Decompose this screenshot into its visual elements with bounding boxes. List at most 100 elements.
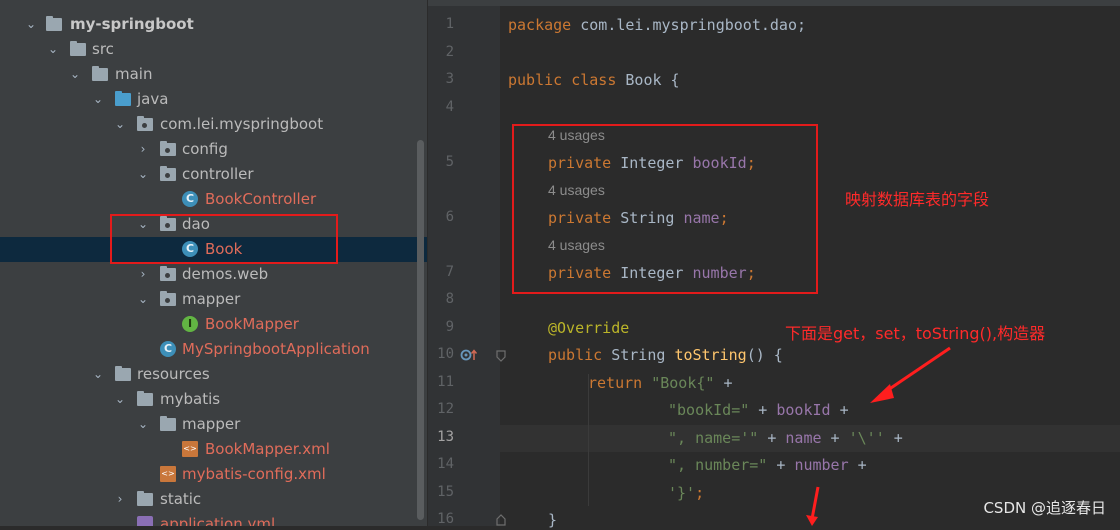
code-line-10: public String toString() { xyxy=(548,346,783,364)
line-number: 6 xyxy=(445,209,454,225)
line-number: 10 xyxy=(437,346,454,362)
tree-item-bookmapper[interactable]: I BookMapper xyxy=(0,312,416,337)
tree-item-mybatis[interactable]: ⌄ mybatis xyxy=(0,387,416,412)
line-number: 11 xyxy=(437,374,454,390)
line-number: 4 xyxy=(445,99,454,115)
tree-item-java[interactable]: ⌄ java xyxy=(0,87,416,112)
tree-item-mapper-pkg[interactable]: ⌄ mapper xyxy=(0,287,416,312)
tree-label: mapper xyxy=(182,290,241,308)
tree-label: java xyxy=(137,90,169,108)
chevron-down-icon[interactable]: ⌄ xyxy=(113,116,127,132)
line-number: 8 xyxy=(445,291,454,307)
tree-item-demos-web[interactable]: › demos.web xyxy=(0,262,416,287)
code-line-9: @Override xyxy=(548,319,630,337)
tree-item-application-yml[interactable]: application.yml xyxy=(0,512,416,526)
tree-label: resources xyxy=(137,365,210,383)
tree-item-package-root[interactable]: ⌄ com.lei.myspringboot xyxy=(0,112,416,137)
chevron-down-icon[interactable]: ⌄ xyxy=(68,66,82,82)
xml-file-icon: <> xyxy=(160,466,176,482)
chevron-down-icon[interactable]: ⌄ xyxy=(24,16,38,32)
package-icon xyxy=(160,266,176,281)
line-number-current: 13 xyxy=(437,429,454,445)
interface-icon: I xyxy=(182,316,198,332)
line-number: 3 xyxy=(445,71,454,87)
chevron-down-icon[interactable]: ⌄ xyxy=(91,366,105,382)
chevron-right-icon[interactable]: › xyxy=(136,266,150,282)
tree-item-bookcontroller[interactable]: C BookController xyxy=(0,187,416,212)
fold-end-icon[interactable] xyxy=(495,513,507,526)
line-number: 15 xyxy=(437,484,454,500)
fold-icon[interactable] xyxy=(495,349,507,363)
tree-label: demos.web xyxy=(182,265,269,283)
annotation-fields-note: 映射数据库表的字段 xyxy=(845,190,990,209)
code-line-16: } xyxy=(548,511,558,529)
tree-label: application.yml xyxy=(160,515,276,526)
tree-item-mybatis-config[interactable]: <> mybatis-config.xml xyxy=(0,462,416,487)
code-line-12: "bookId=" + bookId + xyxy=(668,401,849,419)
chevron-down-icon[interactable]: ⌄ xyxy=(46,41,60,57)
tree-label: BookMapper.xml xyxy=(205,440,330,458)
package-icon xyxy=(160,291,176,306)
annotation-arrow-down-icon xyxy=(806,486,820,526)
line-number: 2 xyxy=(445,44,454,60)
package-icon xyxy=(160,141,176,156)
chevron-right-icon[interactable]: › xyxy=(136,141,150,157)
tree-label: mybatis-config.xml xyxy=(182,465,326,483)
resources-folder-icon xyxy=(115,366,131,381)
spring-boot-class-icon: C xyxy=(160,341,176,357)
folder-icon xyxy=(160,416,176,431)
highlight-box-dao xyxy=(110,214,338,264)
line-number: 5 xyxy=(445,154,454,170)
line-number: 14 xyxy=(437,456,454,472)
code-line-15: '}'; xyxy=(668,484,705,502)
line-number: 7 xyxy=(445,264,454,280)
tree-item-config[interactable]: › config xyxy=(0,137,416,162)
line-number: 16 xyxy=(437,511,454,527)
line-number: 12 xyxy=(437,401,454,417)
annotation-arrow-icon xyxy=(870,346,951,403)
tree-label: main xyxy=(115,65,153,83)
tree-label: mapper xyxy=(182,415,241,433)
line-number: 9 xyxy=(445,319,454,335)
project-scrollbar[interactable] xyxy=(417,140,424,520)
module-folder-icon xyxy=(46,16,62,31)
tree-label: BookMapper xyxy=(205,315,299,333)
code-line-13: ", name='" + name + '\'' + xyxy=(668,429,903,447)
source-folder-icon xyxy=(115,91,131,106)
chevron-right-icon[interactable]: › xyxy=(113,491,127,507)
code-line-1: package com.lei.myspringboot.dao; xyxy=(508,16,807,34)
xml-file-icon: <> xyxy=(182,441,198,457)
tree-label: BookController xyxy=(205,190,317,208)
yaml-file-icon xyxy=(137,516,153,526)
tree-item-src[interactable]: ⌄ src xyxy=(0,37,416,62)
tree-item-mapper-folder[interactable]: ⌄ mapper xyxy=(0,412,416,437)
folder-icon xyxy=(70,41,86,56)
tree-item-root[interactable]: ⌄ my-springboot xyxy=(0,12,416,37)
code-line-3: public class Book { xyxy=(508,71,680,89)
tree-item-static[interactable]: › static xyxy=(0,487,416,512)
tree-item-bookmapper-xml[interactable]: <> BookMapper.xml xyxy=(0,437,416,462)
chevron-down-icon[interactable]: ⌄ xyxy=(113,391,127,407)
class-icon: C xyxy=(182,191,198,207)
indent-guide xyxy=(588,374,589,506)
chevron-down-icon[interactable]: ⌄ xyxy=(136,416,150,432)
folder-icon xyxy=(137,491,153,506)
tree-label: mybatis xyxy=(160,390,221,408)
tree-label-root: my-springboot xyxy=(70,15,194,33)
highlight-box-fields xyxy=(512,124,818,294)
chevron-down-icon[interactable]: ⌄ xyxy=(91,91,105,107)
project-panel: ⌄ my-springboot ⌄ src ⌄ main ⌄ java ⌄ co… xyxy=(0,6,427,526)
code-line-14: ", number=" + number + xyxy=(668,456,867,474)
override-method-icon[interactable] xyxy=(460,347,478,363)
watermark: CSDN @追逐春日 xyxy=(983,499,1106,517)
tree-item-main[interactable]: ⌄ main xyxy=(0,62,416,87)
tree-label: controller xyxy=(182,165,254,183)
tree-item-controller[interactable]: ⌄ controller xyxy=(0,162,416,187)
folder-icon xyxy=(92,66,108,81)
tree-label: src xyxy=(92,40,114,58)
line-number: 1 xyxy=(445,16,454,32)
chevron-down-icon[interactable]: ⌄ xyxy=(136,166,150,182)
tree-item-application[interactable]: C MySpringbootApplication xyxy=(0,337,416,362)
chevron-down-icon[interactable]: ⌄ xyxy=(136,291,150,307)
tree-item-resources[interactable]: ⌄ resources xyxy=(0,362,416,387)
